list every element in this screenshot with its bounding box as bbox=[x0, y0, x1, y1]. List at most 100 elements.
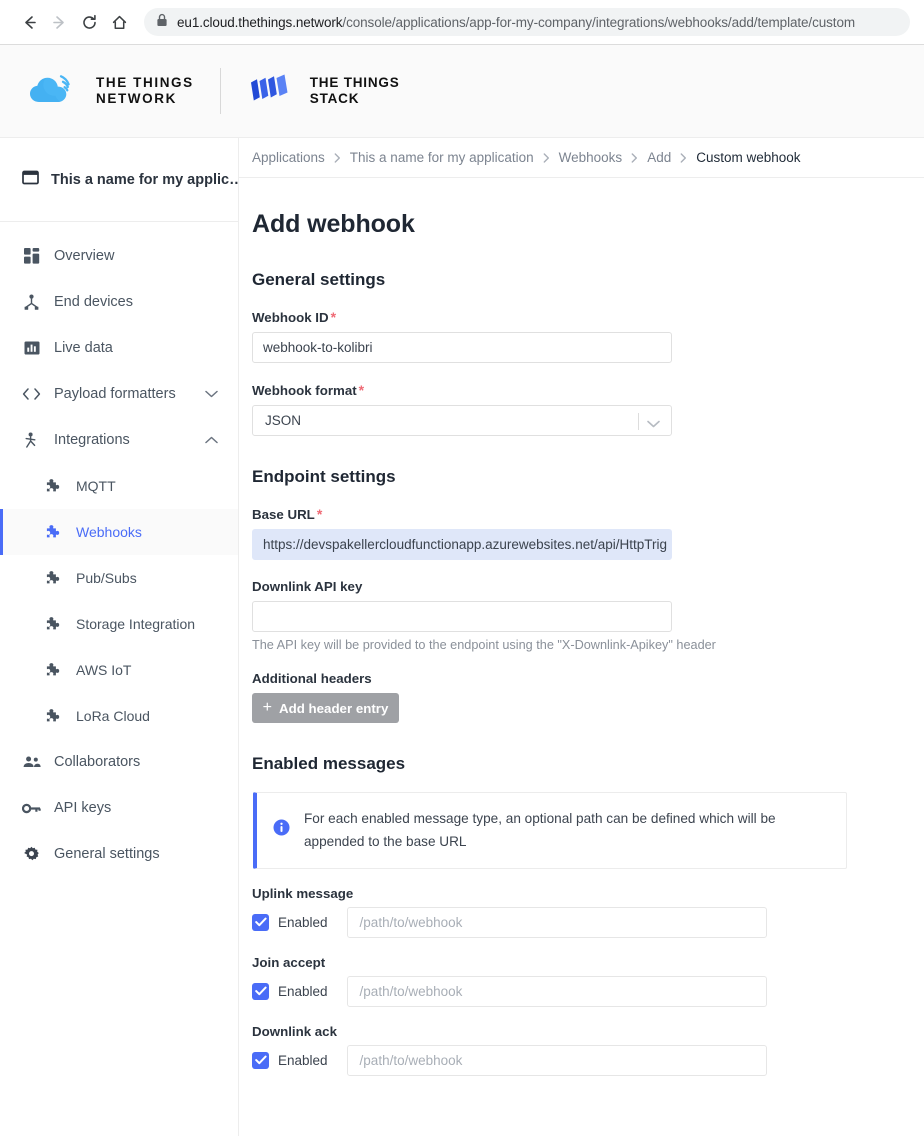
home-button[interactable] bbox=[104, 7, 134, 37]
forward-button[interactable] bbox=[44, 7, 74, 37]
join-accept-path-placeholder: /path/to/webhook bbox=[359, 983, 463, 999]
webhook-id-input[interactable]: webhook-to-kolibri bbox=[252, 332, 672, 363]
sidebar-item-lora-cloud[interactable]: LoRa Cloud bbox=[0, 693, 238, 739]
downlink-ack-enabled-label: Enabled bbox=[278, 1052, 328, 1068]
add-header-entry-button[interactable]: + Add header entry bbox=[252, 693, 399, 723]
back-button[interactable] bbox=[14, 7, 44, 37]
url-host: eu1.cloud.thethings.network bbox=[177, 14, 343, 30]
integrations-icon bbox=[22, 432, 41, 449]
main-content: Applications This a name for my applicat… bbox=[239, 138, 924, 1136]
stack-blocks-icon bbox=[247, 72, 297, 111]
downlink-api-key-label: Downlink API key bbox=[252, 579, 924, 594]
puzzle-icon bbox=[44, 570, 63, 587]
code-brackets-icon bbox=[22, 387, 41, 401]
chevron-down-icon[interactable] bbox=[647, 416, 660, 431]
webhook-form: Add webhook General settings Webhook ID *… bbox=[239, 178, 924, 1076]
sidebar-item-label: LoRa Cloud bbox=[76, 708, 150, 724]
breadcrumb-webhooks[interactable]: Webhooks bbox=[559, 150, 623, 165]
sidebar-item-mqtt[interactable]: MQTT bbox=[0, 463, 238, 509]
sidebar-item-webhooks[interactable]: Webhooks bbox=[0, 509, 238, 555]
app-header: THE THINGS NETWORK THE THINGS STACK bbox=[0, 45, 924, 138]
plus-icon: + bbox=[262, 699, 272, 716]
sidebar-item-label: API keys bbox=[54, 800, 112, 816]
collaborators-icon bbox=[22, 755, 41, 769]
application-icon bbox=[22, 169, 39, 191]
sidebar-item-label: Overview bbox=[54, 248, 115, 264]
breadcrumb-applications[interactable]: Applications bbox=[252, 150, 325, 165]
logo-divider bbox=[219, 68, 221, 114]
downlink-ack-label: Downlink ack bbox=[252, 1023, 337, 1039]
end-devices-icon bbox=[22, 294, 41, 311]
webhook-format-select[interactable]: JSON bbox=[252, 405, 672, 436]
url-text: eu1.cloud.thethings.network/console/appl… bbox=[177, 15, 855, 30]
info-banner-text: For each enabled message type, an option… bbox=[304, 811, 776, 850]
sidebar-item-label: AWS IoT bbox=[76, 662, 132, 678]
live-data-icon bbox=[22, 340, 41, 356]
webhook-format-value: JSON bbox=[265, 413, 302, 428]
sidebar-item-label: General settings bbox=[54, 846, 160, 862]
webhook-format-label: Webhook format * bbox=[252, 382, 924, 398]
sidebar-item-label: Pub/Subs bbox=[76, 570, 137, 586]
join-accept-row: Enabled /path/to/webhook bbox=[252, 975, 924, 1007]
reload-button[interactable] bbox=[74, 7, 104, 37]
uplink-path-input[interactable]: /path/to/webhook bbox=[346, 906, 767, 938]
sidebar-item-end-devices[interactable]: End devices bbox=[0, 279, 238, 325]
base-url-value: https://devspakellercloudfunctionapp.azu… bbox=[263, 537, 667, 552]
ttn-wordmark-line1: THE THINGS bbox=[96, 74, 194, 90]
downlink-ack-row: Enabled /path/to/webhook bbox=[252, 1044, 924, 1076]
forward-arrow-icon bbox=[50, 13, 69, 32]
downlink-api-key-help: The API key will be provided to the endp… bbox=[252, 638, 716, 652]
stack-wordmark-line2: STACK bbox=[309, 91, 360, 106]
breadcrumb: Applications This a name for my applicat… bbox=[239, 138, 924, 178]
base-url-input[interactable]: https://devspakellercloudfunctionapp.azu… bbox=[252, 529, 672, 560]
sidebar-item-live-data[interactable]: Live data bbox=[0, 325, 238, 371]
ttn-wordmark-line2: NETWORK bbox=[96, 91, 177, 106]
uplink-enabled-checkbox[interactable] bbox=[252, 913, 269, 931]
puzzle-icon bbox=[44, 708, 63, 725]
sidebar-item-payload-formatters[interactable]: Payload formatters bbox=[0, 371, 238, 417]
additional-headers-label: Additional headers bbox=[252, 671, 372, 686]
reload-icon bbox=[80, 13, 99, 32]
chevron-down-icon[interactable] bbox=[205, 390, 218, 398]
page-body: This a name for my applic… Overview End … bbox=[0, 138, 924, 1136]
the-things-network-logo[interactable]: THE THINGS NETWORK bbox=[28, 72, 194, 111]
join-accept-enabled-checkbox[interactable] bbox=[252, 982, 269, 1000]
sidebar-item-integrations[interactable]: Integrations bbox=[0, 417, 238, 463]
sidebar-item-api-keys[interactable]: API keys bbox=[0, 785, 238, 831]
downlink-api-key-label-text: Downlink API key bbox=[252, 579, 363, 594]
sidebar-item-label: Storage Integration bbox=[76, 616, 196, 632]
downlink-ack-enabled-checkbox[interactable] bbox=[252, 1051, 269, 1069]
sidebar-item-label: Payload formatters bbox=[54, 386, 176, 402]
uplink-message-row: Enabled /path/to/webhook bbox=[252, 906, 924, 938]
downlink-ack-path-input[interactable]: /path/to/webhook bbox=[346, 1044, 767, 1076]
sidebar-item-label: Collaborators bbox=[54, 754, 141, 770]
sidebar-item-aws-iot[interactable]: AWS IoT bbox=[0, 647, 238, 693]
uplink-enabled-label: Enabled bbox=[278, 914, 328, 930]
section-title-general-settings: General settings bbox=[252, 270, 386, 289]
chevron-up-icon[interactable] bbox=[205, 436, 218, 444]
breadcrumb-add[interactable]: Add bbox=[647, 150, 671, 165]
cloud-signal-icon bbox=[28, 72, 83, 111]
sidebar-item-overview[interactable]: Overview bbox=[0, 233, 238, 279]
sidebar-item-collaborators[interactable]: Collaborators bbox=[0, 739, 238, 785]
sidebar-item-storage-integration[interactable]: Storage Integration bbox=[0, 601, 238, 647]
breadcrumb-application-name[interactable]: This a name for my application bbox=[350, 150, 534, 165]
back-arrow-icon bbox=[20, 13, 39, 32]
the-things-stack-logo[interactable]: THE THINGS STACK bbox=[247, 72, 400, 111]
uplink-path-placeholder: /path/to/webhook bbox=[359, 914, 463, 930]
join-accept-path-input[interactable]: /path/to/webhook bbox=[346, 975, 767, 1007]
sidebar-app-title[interactable]: This a name for my applic… bbox=[0, 138, 238, 222]
sidebar-item-pub-subs[interactable]: Pub/Subs bbox=[0, 555, 238, 601]
downlink-api-key-input[interactable] bbox=[252, 601, 672, 632]
breadcrumb-custom-webhook: Custom webhook bbox=[696, 150, 801, 165]
required-marker: * bbox=[358, 382, 365, 398]
base-url-label-text: Base URL bbox=[252, 507, 315, 522]
sidebar-item-label: Webhooks bbox=[76, 524, 142, 540]
address-bar[interactable]: eu1.cloud.thethings.network/console/appl… bbox=[144, 8, 910, 36]
info-circle-icon bbox=[273, 819, 290, 841]
url-path: /console/applications/app-for-my-company… bbox=[342, 14, 855, 30]
lock-icon bbox=[156, 13, 168, 32]
sidebar-item-general-settings[interactable]: General settings bbox=[0, 831, 238, 877]
chevron-right-icon bbox=[334, 152, 341, 163]
sidebar-nav-list: Overview End devices Live data Payload f… bbox=[0, 222, 238, 877]
